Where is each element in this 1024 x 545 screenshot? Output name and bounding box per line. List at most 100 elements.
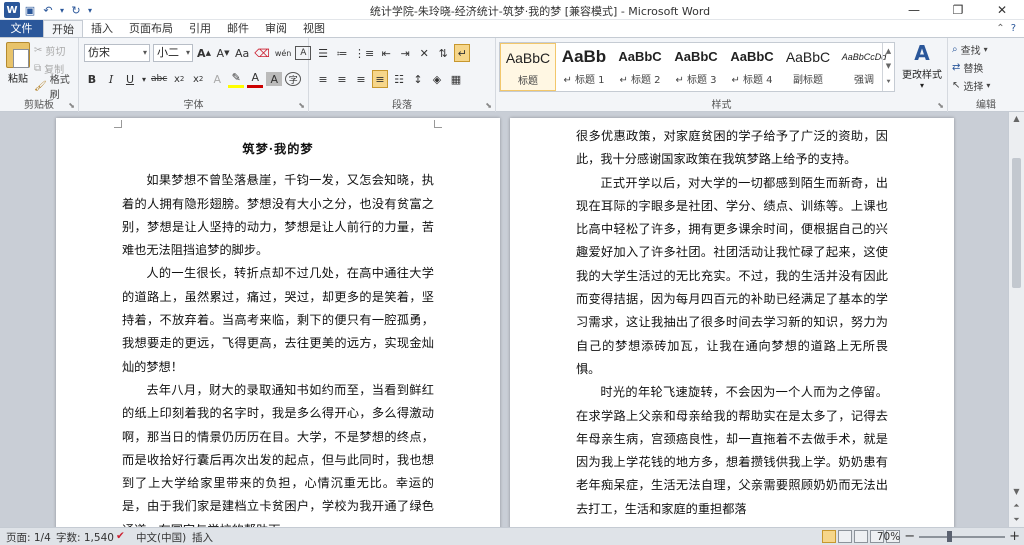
underline-icon[interactable]: U: [122, 70, 138, 88]
gallery-down-icon[interactable]: ▼: [886, 62, 891, 70]
save-icon[interactable]: ▣: [22, 2, 38, 18]
tab-page-layout[interactable]: 页面布局: [121, 20, 181, 37]
underline-dropdown-icon[interactable]: ▾: [141, 70, 147, 88]
help-icon[interactable]: ?: [1011, 23, 1016, 34]
ribbon: 粘贴 ✂剪切 ⧉复制 🖌格式刷 剪贴板 ⬊ 仿宋 小二 A▲ A▼ Aa ⌫ w…: [0, 38, 1024, 112]
tab-home[interactable]: 开始: [43, 20, 83, 37]
proofing-icon[interactable]: ✔: [116, 530, 125, 542]
find-button[interactable]: ⌕ 查找 ▾: [952, 41, 988, 57]
phonetic-guide-icon[interactable]: wén: [274, 44, 293, 62]
strikethrough-icon[interactable]: abc: [150, 70, 168, 88]
tab-insert[interactable]: 插入: [83, 20, 121, 37]
char-shading-icon[interactable]: A: [266, 72, 283, 86]
font-launcher-icon[interactable]: ⬊: [298, 101, 305, 110]
close-button[interactable]: ✕: [980, 0, 1024, 20]
bullets-icon[interactable]: ☰: [315, 44, 331, 62]
zoom-slider[interactable]: [919, 530, 1006, 542]
prev-page-icon[interactable]: ⏶: [1009, 499, 1024, 513]
font-name-select[interactable]: 仿宋: [84, 44, 150, 62]
gallery-up-icon[interactable]: ▲: [886, 47, 891, 55]
tab-view[interactable]: 视图: [295, 20, 333, 37]
tab-references[interactable]: 引用: [181, 20, 219, 37]
font-size-select[interactable]: 小二: [153, 44, 193, 62]
select-button[interactable]: ↖ 选择 ▾: [952, 77, 990, 93]
page-1-text[interactable]: 筑梦·我的梦 如果梦想不曾坠落悬崖，千钧一发，又怎会知晓，执着的人拥有隐形翅膀。…: [122, 138, 434, 527]
align-left-icon[interactable]: ≡: [315, 70, 331, 88]
line-spacing-icon[interactable]: ↕: [410, 70, 426, 88]
align-center-icon[interactable]: ≡: [334, 70, 350, 88]
styles-gallery-scroll[interactable]: ▲ ▼ ⯆: [882, 43, 894, 91]
restore-button[interactable]: ❐: [936, 0, 980, 20]
enclose-char-icon[interactable]: 字: [285, 72, 302, 86]
scrollbar-thumb[interactable]: [1012, 158, 1021, 288]
style-subtitle[interactable]: AaBbC 副标题: [780, 43, 836, 91]
zoom-slider-knob[interactable]: [947, 530, 953, 542]
minimize-ribbon-icon[interactable]: ⌃: [996, 23, 1004, 34]
zoom-in-icon[interactable]: +: [1009, 529, 1020, 544]
insert-mode[interactable]: 插入: [192, 530, 213, 545]
style-title[interactable]: AaBbC 标题: [500, 43, 556, 91]
word-count[interactable]: 字数: 1,540: [56, 530, 114, 545]
align-right-icon[interactable]: ≡: [353, 70, 369, 88]
font-color-icon[interactable]: A: [247, 70, 264, 88]
shading-icon[interactable]: ◈: [429, 70, 445, 88]
zoom-out-icon[interactable]: −: [904, 529, 915, 544]
tab-file[interactable]: 文件: [0, 20, 43, 37]
redo-icon[interactable]: ↻: [68, 2, 84, 18]
vertical-scrollbar[interactable]: ▲ ▼ ⏶ ⏷: [1008, 112, 1024, 527]
zoom-level[interactable]: 70%: [877, 531, 900, 543]
full-screen-reading-icon[interactable]: [838, 530, 852, 543]
grow-font-icon[interactable]: A ▲: [196, 44, 212, 62]
styles-launcher-icon[interactable]: ⬊: [937, 101, 944, 110]
clipboard-launcher-icon[interactable]: ⬊: [68, 101, 75, 110]
increase-indent-icon[interactable]: ⇥: [397, 44, 413, 62]
cut-button[interactable]: ✂ 剪切: [34, 42, 65, 58]
page-1[interactable]: 筑梦·我的梦 如果梦想不曾坠落悬崖，千钧一发，又怎会知晓，执着的人拥有隐形翅膀。…: [56, 118, 500, 527]
style-heading-2[interactable]: AaBbC ↵ 标题 2: [612, 43, 668, 91]
print-layout-icon[interactable]: [822, 530, 836, 543]
page-count[interactable]: 页面: 1/4: [6, 530, 51, 545]
paste-button[interactable]: 粘贴: [4, 40, 32, 90]
tab-mailings[interactable]: 邮件: [219, 20, 257, 37]
page-2[interactable]: 很多优惠政策，对家庭贫困的学子给予了广泛的资助，因此，我十分感谢国家政策在我筑梦…: [510, 118, 954, 527]
shrink-font-icon[interactable]: A ▼: [215, 44, 231, 62]
undo-dropdown-icon[interactable]: ▾: [58, 2, 66, 18]
format-painter-button[interactable]: 🖌 格式刷: [34, 75, 78, 101]
show-marks-icon[interactable]: ↵: [454, 44, 471, 62]
distribute-icon[interactable]: ☷: [391, 70, 407, 88]
gallery-more-icon[interactable]: ⯆: [886, 78, 892, 87]
borders-icon[interactable]: ▦: [448, 70, 464, 88]
tab-review[interactable]: 审阅: [257, 20, 295, 37]
scroll-up-icon[interactable]: ▲: [1009, 112, 1024, 126]
page-2-text[interactable]: 很多优惠政策，对家庭贫困的学子给予了广泛的资助，因此，我十分感谢国家政策在我筑梦…: [576, 125, 888, 521]
paragraph-launcher-icon[interactable]: ⬊: [485, 101, 492, 110]
subscript-icon[interactable]: x2: [171, 70, 187, 88]
clear-format-icon[interactable]: ⌫: [253, 44, 271, 62]
next-page-icon[interactable]: ⏷: [1009, 513, 1024, 527]
text-effects-icon[interactable]: A: [209, 70, 225, 88]
superscript-icon[interactable]: x2: [190, 70, 206, 88]
minimize-button[interactable]: —: [892, 0, 936, 20]
multilevel-list-icon[interactable]: ⋮≡: [353, 44, 375, 62]
customize-toolbar-icon[interactable]: ▾: [86, 2, 94, 18]
change-case-icon[interactable]: Aa: [234, 44, 250, 62]
undo-icon[interactable]: ↶: [40, 2, 56, 18]
word-app-icon[interactable]: W: [4, 2, 20, 18]
sort-icon[interactable]: ⇅: [435, 44, 451, 62]
language-indicator[interactable]: 中文(中国): [136, 530, 186, 545]
style-heading-1[interactable]: AaBb ↵ 标题 1: [556, 43, 612, 91]
chinese-layout-icon[interactable]: ✕: [416, 44, 432, 62]
decrease-indent-icon[interactable]: ⇤: [378, 44, 394, 62]
scroll-down-icon[interactable]: ▼: [1009, 485, 1024, 499]
replace-button[interactable]: ⇄ 替换: [952, 59, 983, 75]
change-styles-button[interactable]: A 更改样式 ▾: [899, 40, 945, 90]
style-heading-4[interactable]: AaBbC ↵ 标题 4: [724, 43, 780, 91]
web-layout-icon[interactable]: [854, 530, 868, 543]
bold-icon[interactable]: B: [84, 70, 100, 88]
justify-icon[interactable]: ≡: [372, 70, 388, 88]
italic-icon[interactable]: I: [103, 70, 119, 88]
document-area[interactable]: 筑梦·我的梦 如果梦想不曾坠落悬崖，千钧一发，又怎会知晓，执着的人拥有隐形翅膀。…: [0, 112, 1008, 527]
numbering-icon[interactable]: ≔: [334, 44, 350, 62]
highlight-icon[interactable]: ✎: [228, 70, 245, 88]
style-heading-3[interactable]: AaBbC ↵ 标题 3: [668, 43, 724, 91]
